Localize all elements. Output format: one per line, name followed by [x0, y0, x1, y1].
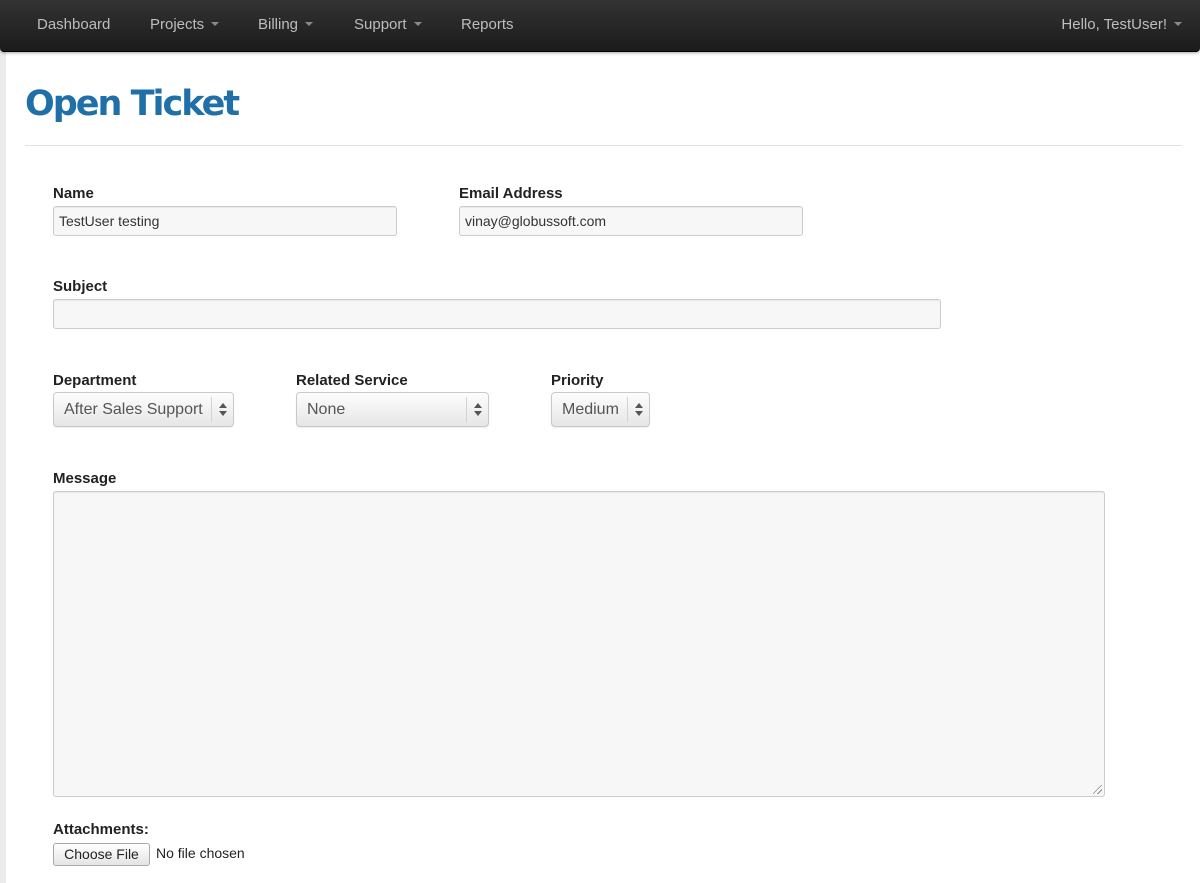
select-arrows-icon: [466, 397, 488, 422]
email-label: Email Address: [459, 185, 563, 202]
title-divider: [25, 145, 1182, 146]
department-selected: After Sales Support: [64, 401, 203, 418]
select-arrows-icon: [211, 397, 233, 422]
caret-down-icon: [1174, 22, 1182, 27]
priority-selected: Medium: [562, 401, 619, 418]
nav-support[interactable]: Support: [354, 0, 422, 50]
user-menu[interactable]: Hello, TestUser!: [1061, 0, 1182, 50]
nav-reports[interactable]: Reports: [461, 0, 514, 50]
department-label: Department: [53, 372, 137, 389]
nav-reports-label: Reports: [461, 16, 514, 33]
file-status-text: No file chosen: [156, 845, 245, 861]
caret-down-icon: [413, 22, 422, 27]
related-service-selected: None: [307, 401, 346, 418]
attachments-label: Attachments:: [53, 821, 149, 838]
nav-dashboard[interactable]: Dashboard: [37, 0, 110, 50]
department-select[interactable]: After Sales Support: [53, 392, 234, 427]
nav-support-label: Support: [354, 16, 407, 33]
nav-billing-label: Billing: [258, 16, 299, 33]
name-input[interactable]: [53, 206, 397, 236]
nav-dashboard-label: Dashboard: [37, 16, 111, 33]
user-greeting: Hello, TestUser!: [1061, 16, 1167, 33]
caret-down-icon: [211, 22, 220, 27]
related-service-label: Related Service: [296, 372, 408, 389]
choose-file-button[interactable]: Choose File: [53, 843, 150, 866]
email-input[interactable]: [459, 206, 803, 236]
resize-grip-icon[interactable]: [1093, 785, 1102, 794]
top-navbar: Dashboard Projects Billing Support Repor…: [0, 0, 1200, 52]
nav-billing[interactable]: Billing: [258, 0, 314, 50]
message-textarea[interactable]: [53, 491, 1105, 797]
priority-label: Priority: [551, 372, 604, 389]
caret-down-icon: [305, 22, 314, 27]
related-service-select[interactable]: None: [296, 392, 489, 427]
nav-projects[interactable]: Projects: [150, 0, 220, 50]
nav-projects-label: Projects: [150, 16, 205, 33]
page-title: Open Ticket: [25, 84, 240, 124]
name-label: Name: [53, 185, 94, 202]
subject-input[interactable]: [53, 299, 941, 329]
subject-label: Subject: [53, 278, 108, 295]
priority-select[interactable]: Medium: [551, 392, 650, 427]
message-label: Message: [53, 470, 117, 487]
select-arrows-icon: [627, 397, 649, 422]
